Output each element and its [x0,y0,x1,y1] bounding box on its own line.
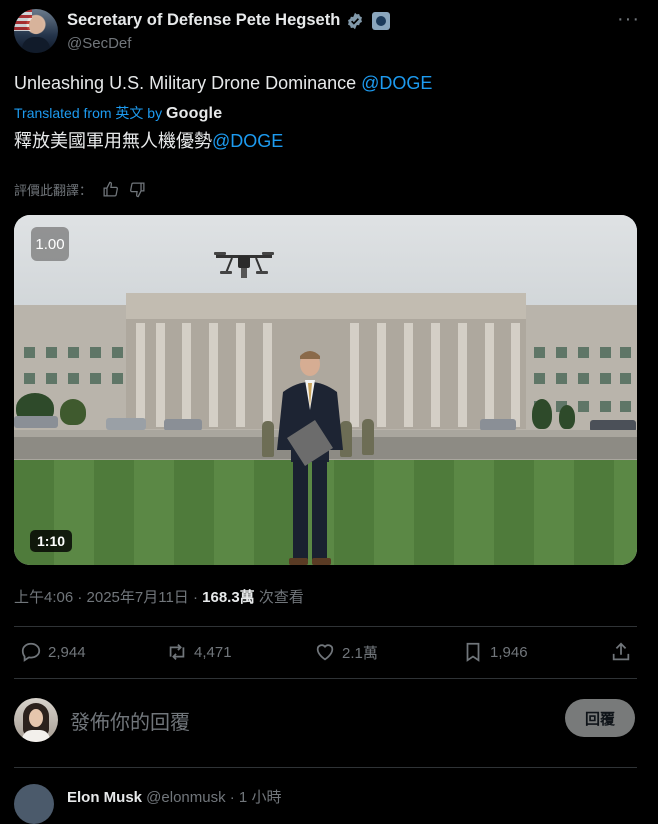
speaker-figure [277,351,343,565]
video-duration-badge: 1:10 [30,530,73,552]
action-bar: 2,944 4,471 2.1萬 1,946 [20,641,632,665]
video-player[interactable]: 1.00 1:10 [14,215,637,565]
reply-count: 2,944 [48,643,86,661]
divider [14,678,637,679]
thumbs-up-icon[interactable] [102,181,119,198]
repost-count: 4,471 [194,643,232,661]
author-avatar[interactable] [14,9,58,53]
reply-button[interactable]: 回覆 [565,699,635,737]
view-count: 168.3萬 [202,589,255,606]
author-name[interactable]: Secretary of Defense Pete Hegseth [67,11,340,30]
bookmark-count: 1,946 [490,643,528,661]
view-label: 次查看 [254,589,304,606]
divider [14,767,637,768]
translated-text: 釋放美國軍用無人機優勢@DOGE [14,127,283,153]
more-options-icon[interactable]: ··· [617,8,640,31]
tweet-text-body: Unleashing U.S. Military Drone Dominance [14,73,362,93]
translated-mention-link[interactable]: @DOGE [212,131,283,151]
mention-link[interactable]: @DOGE [361,73,432,93]
drone-graphic [214,252,274,278]
reply-action[interactable]: 2,944 [20,641,86,663]
reply-header: Elon Musk @elonmusk · 1 小時 [67,786,281,807]
reply-author-avatar[interactable] [14,784,54,824]
translated-from-label[interactable]: Translated from 英文 by Google [14,103,222,123]
like-count: 2.1萬 [342,644,378,662]
author-handle[interactable]: @SecDef [67,35,131,52]
tweet-text: Unleashing U.S. Military Drone Dominance… [14,73,432,94]
thumbs-down-icon[interactable] [129,181,146,198]
like-action[interactable]: 2.1萬 [314,641,378,663]
google-logo: Google [165,105,223,122]
playback-speed-badge[interactable]: 1.00 [31,227,69,261]
reply-author-handle[interactable]: @elonmusk · 1 小時 [142,789,281,806]
reply-icon [21,642,41,662]
translated-text-body: 釋放美國軍用無人機優勢 [14,131,212,151]
bookmark-action[interactable]: 1,946 [462,641,528,663]
current-user-avatar[interactable] [14,698,58,742]
reply-input[interactable]: 發佈你的回覆 [70,706,190,735]
rate-translation-row: 評價此翻譯： [14,180,146,199]
translated-label-text: Translated from 英文 by [14,105,166,121]
divider [14,626,637,627]
heart-icon [316,644,334,661]
share-icon [612,642,630,661]
verified-badge-icon [348,12,362,30]
repost-icon [169,644,185,660]
post-meta: 上午4:06 · 2025年7月11日 · 168.3萬 次查看 [14,586,304,607]
reply-author-name[interactable]: Elon Musk [67,789,142,806]
government-affiliation-icon [372,12,390,30]
post-timestamp[interactable]: 上午4:06 · 2025年7月11日 · [14,589,202,606]
repost-action[interactable]: 4,471 [166,641,232,663]
share-action[interactable] [610,641,632,663]
bookmark-icon [466,642,480,662]
rate-translation-label: 評價此翻譯： [14,183,93,198]
